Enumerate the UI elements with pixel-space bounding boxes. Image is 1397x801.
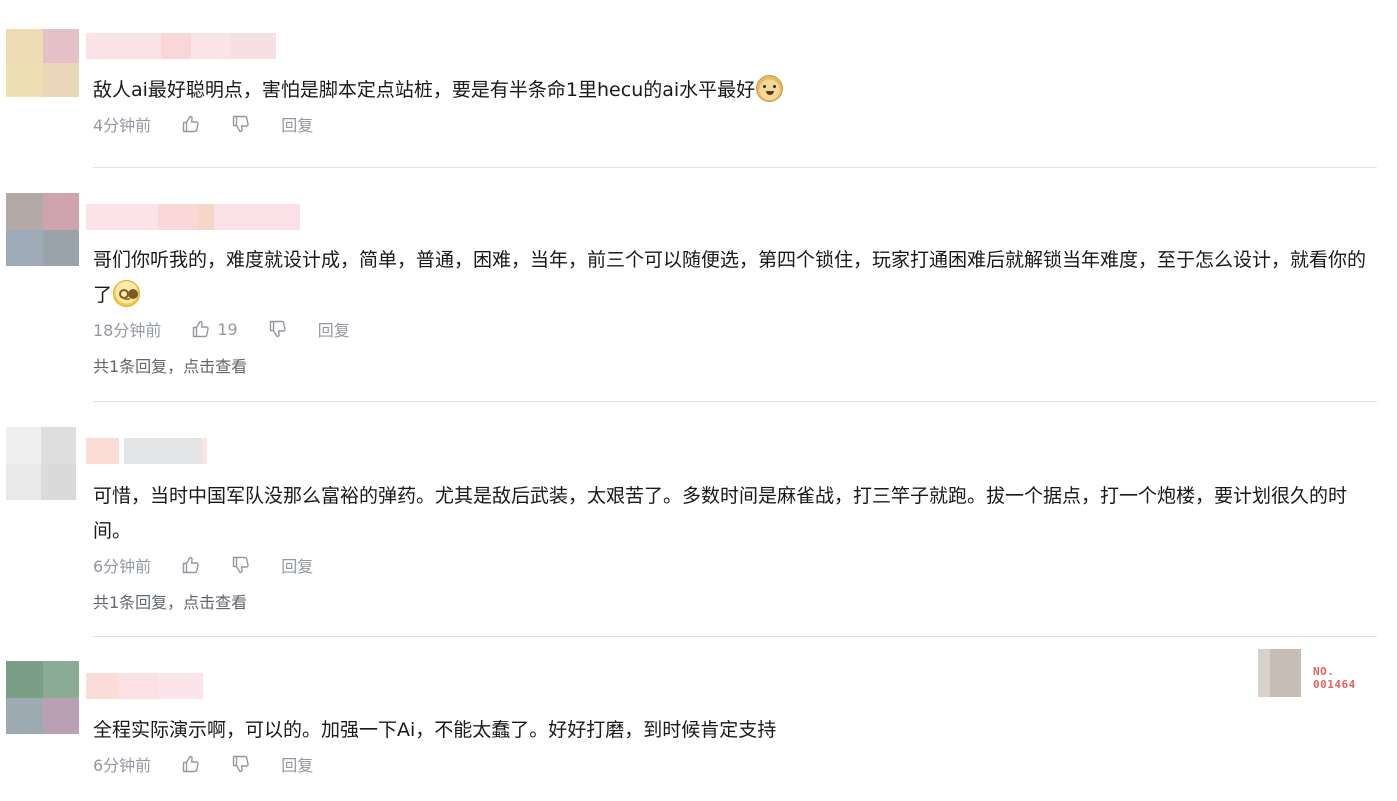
comment-text: 全程实际演示啊，可以的。加强一下Ai，不能太蠢了。好好打磨，到时候肯定支持 [93,719,777,741]
fan-badge: NO. 001464 [1258,649,1368,697]
view-replies-link[interactable]: 共1条回复，点击查看 [93,589,1369,612]
username[interactable] [86,673,203,699]
username[interactable] [86,204,300,230]
divider [93,167,1377,168]
comment-time: 4分钟前 [93,116,152,135]
divider [93,636,1377,637]
avatar[interactable] [6,193,79,266]
doge-icon [756,75,784,102]
avatar[interactable] [6,661,79,734]
thumbs-up-icon [193,320,210,338]
thumbs-down-icon [269,320,286,338]
thumbs-up-icon [182,755,199,773]
comment-text: 可惜，当时中国军队没那么富裕的弹药。尤其是敌后武装，太艰苦了。多数时间是麻雀战，… [93,485,1348,542]
reply-button[interactable]: 回复 [281,112,313,136]
like-button[interactable] [181,555,201,575]
comment-text: 哥们你听我的，难度就设计成，简单，普通，困难，当年，前三个可以随便选，第四个锁住… [93,249,1367,307]
thumbs-up-icon [182,115,199,133]
divider [93,401,1377,402]
view-replies-link[interactable]: 共1条回复，点击查看 [93,353,1369,376]
dislike-button[interactable] [231,114,251,134]
thumbs-down-icon [232,755,249,773]
like-button[interactable]: 19 [191,319,238,339]
comment-time: 6分钟前 [93,756,152,775]
username[interactable] [86,438,207,464]
like-count: 19 [217,319,238,339]
reply-button[interactable]: 回复 [281,553,313,577]
reply-button[interactable]: 回复 [281,752,313,776]
thumbs-down-icon [232,556,249,574]
comment-time: 6分钟前 [93,557,152,576]
username[interactable] [86,33,280,59]
thumbs-down-icon [232,115,249,133]
dislike-button[interactable] [268,319,288,339]
like-button[interactable] [181,114,201,134]
avatar[interactable] [6,29,79,97]
avatar[interactable] [6,427,76,500]
reply-button[interactable]: 回复 [318,317,350,341]
thumbs-up-icon [182,556,199,574]
comment-time: 18分钟前 [93,321,162,340]
dislike-button[interactable] [231,555,251,575]
like-button[interactable] [181,754,201,774]
comment-text: 敌人ai最好聪明点，害怕是脚本定点站桩，要是有半条命1里hecu的ai水平最好 [93,73,1369,108]
dislike-button[interactable] [231,754,251,774]
fan-badge-number: NO. 001464 [1313,665,1356,691]
shy-face-icon [113,280,141,307]
fan-badge-image [1258,649,1301,697]
